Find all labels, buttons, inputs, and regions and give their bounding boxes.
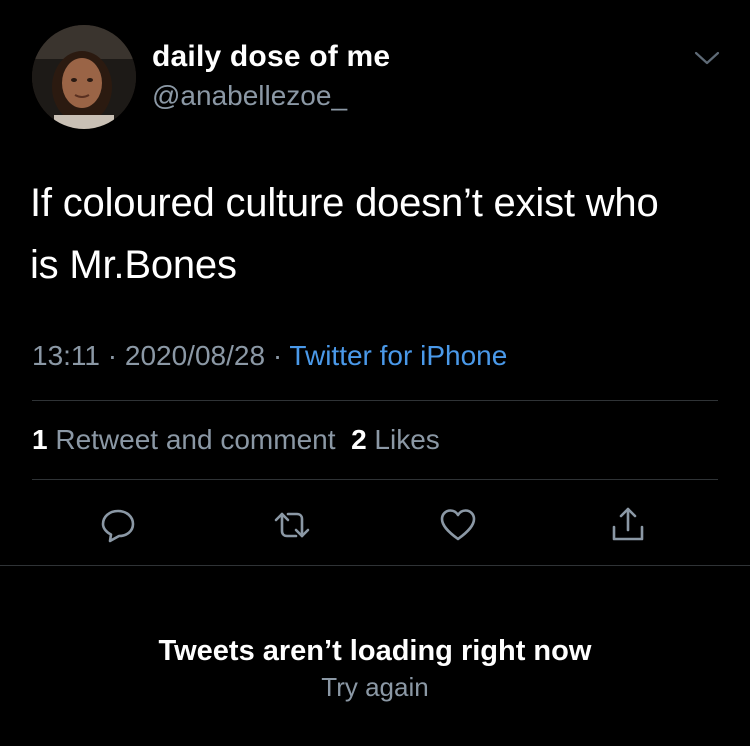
retweets-count: 1 — [32, 424, 48, 455]
tweet-text-line: If coloured culture doesn’t exist who — [30, 181, 659, 225]
meta-separator: · — [272, 340, 283, 371]
likes-stat[interactable]: 2 Likes — [351, 424, 440, 455]
tweet-date: 2020/08/28 — [124, 340, 266, 371]
tweet-source-link[interactable]: Twitter for iPhone — [289, 340, 507, 371]
tweet-stats: 1 Retweet and comment 2 Likes — [32, 424, 440, 456]
divider — [0, 565, 750, 566]
likes-count: 2 — [351, 424, 367, 455]
likes-label: Likes — [374, 424, 440, 455]
meta-separator: · — [107, 340, 118, 371]
display-name[interactable]: daily dose of me — [152, 40, 390, 74]
divider — [32, 479, 718, 480]
retweets-stat[interactable]: 1 Retweet and comment — [32, 424, 336, 455]
share-icon[interactable] — [608, 505, 648, 545]
retweets-label: Retweet and comment — [55, 424, 336, 455]
tweet-text-line: is Mr.Bones — [30, 243, 237, 287]
profile-photo — [32, 25, 136, 129]
user-handle[interactable]: @anabellezoe_ — [152, 80, 347, 112]
tweet-meta: 13:11 · 2020/08/28 · Twitter for iPhone — [32, 340, 507, 372]
try-again-button[interactable]: Try again — [0, 672, 750, 703]
like-icon[interactable] — [438, 505, 478, 545]
avatar[interactable] — [32, 25, 136, 129]
tweet-text: If coloured culture doesn’t exist who is… — [30, 172, 720, 296]
chevron-down-icon[interactable] — [692, 46, 722, 70]
tweet-time: 13:11 — [32, 340, 100, 371]
timeline-error-message: Tweets aren’t loading right now — [158, 635, 592, 667]
reply-icon[interactable] — [98, 505, 138, 545]
divider — [32, 400, 718, 401]
retweet-icon[interactable] — [272, 505, 312, 545]
